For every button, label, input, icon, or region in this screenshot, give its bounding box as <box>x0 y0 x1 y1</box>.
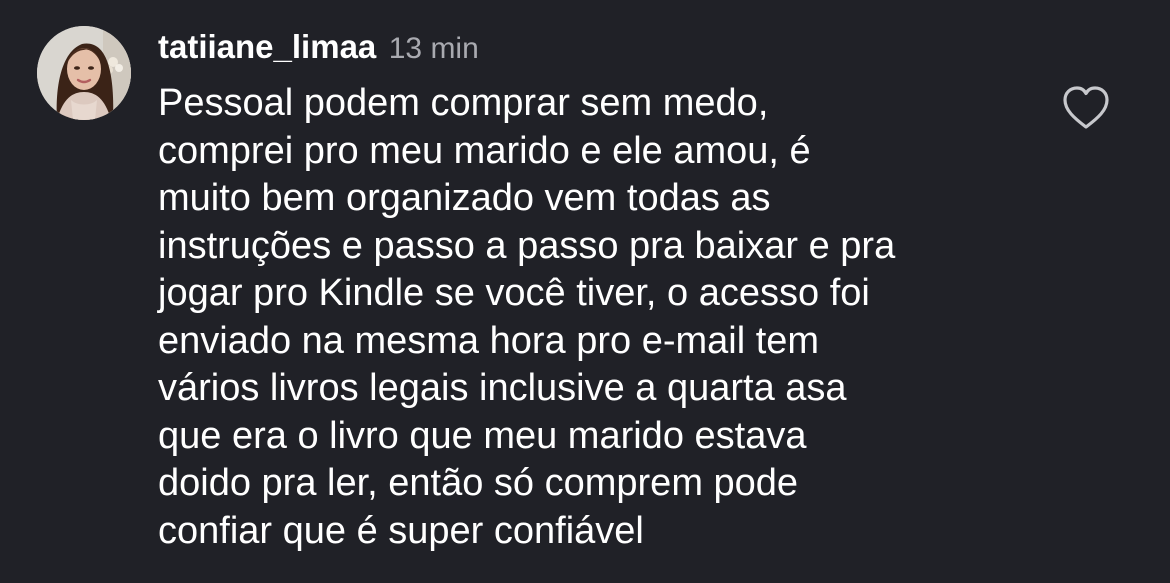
comment-line: confiar que é super confiável <box>158 509 644 552</box>
comment-line: comprei pro meu marido e ele amou, é <box>158 129 811 172</box>
comment-time: 13 min <box>388 32 479 65</box>
comment-line: que era o livro que meu marido estava <box>158 414 807 457</box>
username[interactable]: tatiiane_limaa <box>158 28 376 65</box>
comment-line: muito bem organizado vem todas as <box>158 177 771 219</box>
avatar-image <box>37 26 131 120</box>
comment-line: instruções e passo a passo pra baixar e … <box>158 224 896 267</box>
avatar[interactable] <box>37 26 131 120</box>
like-button[interactable] <box>1060 84 1112 132</box>
comment-line: jogar pro Kindle se você tiver, o acesso… <box>158 272 870 314</box>
comment-item: tatiiane_limaa 13 min Pessoal podem comp… <box>0 0 1170 583</box>
comment-line: vários livros legais inclusive a quarta … <box>158 367 847 409</box>
comment-body: Pessoal podem comprar sem medo, comprei … <box>158 80 1038 555</box>
comment-line: doido pra ler, então só comprem pode <box>158 462 799 504</box>
heart-outline-icon <box>1063 86 1109 129</box>
comment-header: tatiiane_limaa 13 min <box>158 27 479 67</box>
comment-line: Pessoal podem comprar sem medo, <box>158 82 769 124</box>
comment-line: enviado na mesma hora pro e-mail tem <box>158 319 820 362</box>
